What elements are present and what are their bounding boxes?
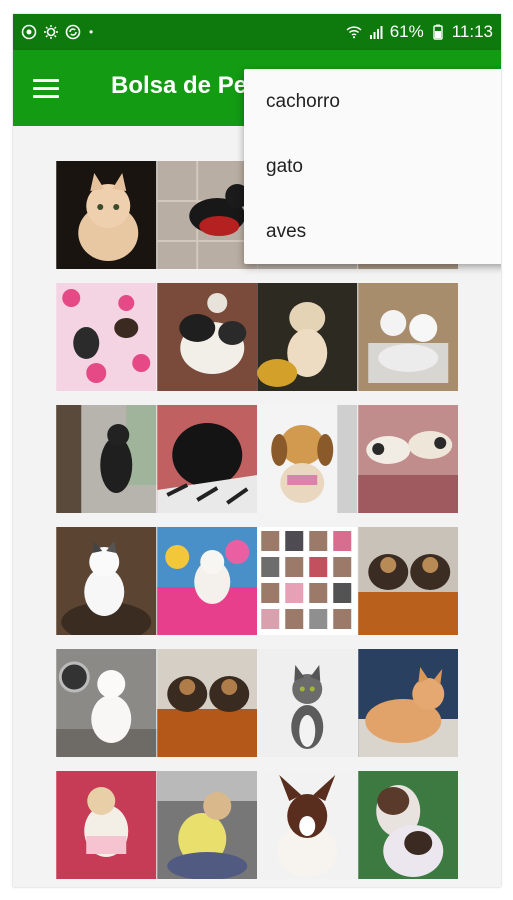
photo-dog-held-person[interactable] [357, 771, 459, 879]
hamburger-menu-icon[interactable] [33, 70, 69, 106]
photo-two-kittens[interactable] [357, 283, 459, 391]
menu-item-gato[interactable]: gato [244, 134, 501, 199]
photo-cat-hearts[interactable] [56, 283, 157, 391]
photo-row [56, 405, 458, 513]
brightness-icon [44, 25, 58, 39]
photo-row [56, 283, 458, 391]
photo-orange-cat[interactable] [357, 649, 459, 757]
wifi-icon [346, 26, 362, 39]
photo-grid [56, 161, 458, 887]
photo-yorkies-floor[interactable] [156, 649, 258, 757]
photo-tabby-kitten[interactable] [257, 649, 358, 757]
sync-icon [65, 24, 81, 40]
photo-dog-closeup[interactable] [156, 405, 258, 513]
photo-puppy-dressed[interactable] [156, 771, 258, 879]
photo-dogs-blanket[interactable] [357, 405, 459, 513]
target-icon [21, 24, 37, 40]
photo-dog-brown-white[interactable] [257, 771, 358, 879]
notification-icons: • [21, 24, 93, 40]
photo-puppy-bw[interactable] [156, 283, 258, 391]
photo-dog-window[interactable] [56, 405, 157, 513]
system-status: 61% 11:13 [346, 22, 493, 42]
menu-item-aves[interactable]: aves [244, 199, 501, 264]
photo-kitten[interactable] [56, 161, 157, 269]
photo-row [56, 649, 458, 757]
menu-item-cachorro[interactable]: cachorro [244, 69, 501, 134]
photo-dog-black[interactable] [156, 161, 258, 269]
more-notifications-dot: • [89, 25, 94, 39]
photo-row [56, 771, 458, 879]
filter-dropdown-menu: cachorro gato aves [244, 69, 501, 264]
photo-puppy-tan[interactable] [257, 283, 358, 391]
photo-cat-white[interactable] [56, 527, 157, 635]
photo-yorkies-box[interactable] [357, 527, 459, 635]
phone-screen: • 61% 11:13 Bolsa de Pets cachorro gato … [13, 14, 501, 887]
battery-icon [433, 24, 443, 40]
photo-row [56, 527, 458, 635]
status-bar: • 61% 11:13 [13, 14, 501, 50]
photo-beagle[interactable] [257, 405, 358, 513]
photo-maltese[interactable] [56, 649, 157, 757]
photo-collage[interactable] [257, 527, 358, 635]
photo-dog-pink-toys[interactable] [156, 527, 258, 635]
clock: 11:13 [451, 22, 493, 41]
battery-percent: 61% [389, 22, 424, 41]
signal-icon [369, 26, 383, 39]
photo-puppy-held[interactable] [56, 771, 157, 879]
